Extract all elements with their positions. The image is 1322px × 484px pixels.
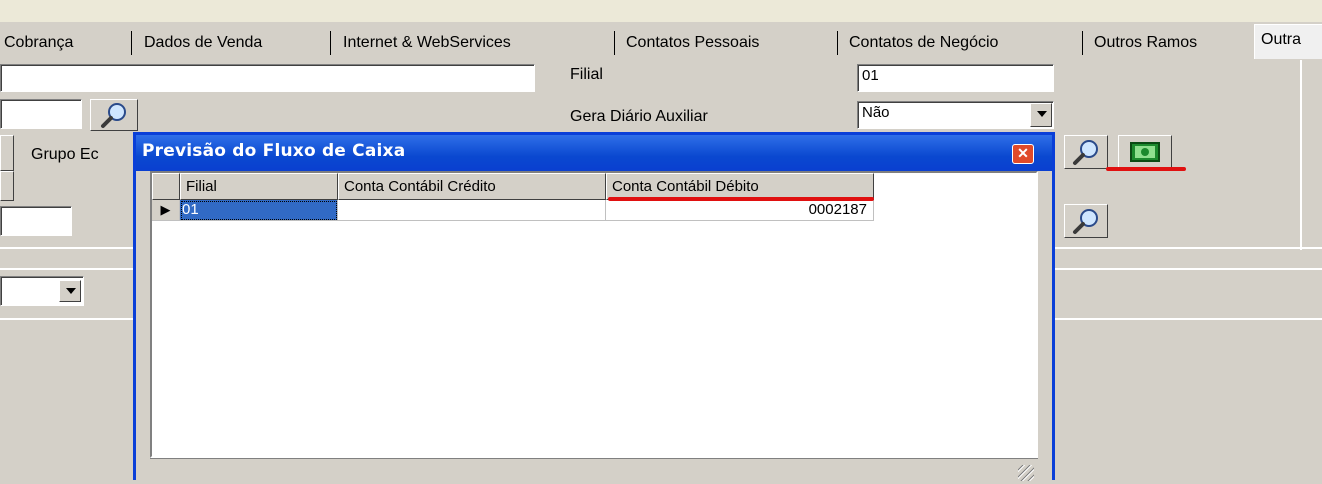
grid-corner — [152, 173, 180, 200]
dialog-status-bar — [150, 458, 1038, 484]
tab-internet-webservices[interactable]: Internet & WebServices — [337, 30, 517, 56]
cell-filial[interactable]: 01 — [180, 200, 338, 221]
column-header-filial[interactable]: Filial — [180, 173, 338, 200]
dialog-title-bar[interactable]: Previsão do Fluxo de Caixa ✕ — [136, 135, 1052, 171]
tab-dados-de-venda[interactable]: Dados de Venda — [138, 30, 268, 56]
cash-flow-button[interactable] — [1118, 135, 1172, 169]
name-field[interactable] — [0, 64, 535, 92]
chevron-down-icon[interactable] — [59, 280, 81, 302]
search-icon — [1073, 140, 1098, 165]
row-indicator-icon: ▶ — [152, 200, 180, 221]
filial-field[interactable]: 01 — [857, 64, 1054, 92]
column-header-conta-credito[interactable]: Conta Contábil Crédito — [338, 173, 606, 200]
tab-separator — [837, 31, 838, 55]
gera-diario-select[interactable]: Não — [857, 101, 1054, 129]
dialog-title: Previsão do Fluxo de Caixa — [142, 141, 406, 161]
search-button[interactable] — [1064, 135, 1108, 169]
search-button[interactable] — [90, 99, 138, 131]
close-icon[interactable]: ✕ — [1012, 144, 1034, 164]
cell-conta-credito[interactable] — [338, 200, 606, 221]
gera-diario-label: Gera Diário Auxiliar — [570, 108, 708, 125]
tab-contatos-pessoais[interactable]: Contatos Pessoais — [620, 30, 765, 56]
data-grid[interactable]: Filial Conta Contábil Crédito Conta Cont… — [150, 171, 1038, 458]
search-button[interactable] — [1064, 204, 1108, 238]
panel-edge — [1300, 60, 1302, 250]
red-underline-annotation — [608, 197, 874, 201]
code-field[interactable] — [0, 99, 82, 129]
grupo-label: Grupo Ec — [31, 146, 99, 163]
money-icon — [1130, 142, 1160, 162]
column-header-conta-debito[interactable]: Conta Contábil Débito — [606, 173, 874, 200]
resize-grip-icon[interactable] — [1018, 465, 1034, 481]
tab-separator — [1082, 31, 1083, 55]
filial-value: 01 — [862, 67, 879, 84]
search-icon — [101, 103, 126, 128]
cash-flow-dialog: Previsão do Fluxo de Caixa ✕ Filial Cont… — [133, 132, 1055, 481]
tab-strip: Cobrança Dados de Venda Internet & WebSe… — [0, 22, 1322, 60]
panel-edge — [0, 135, 14, 171]
tab-separator — [330, 31, 331, 55]
cell-conta-debito[interactable]: 0002187 — [606, 200, 874, 221]
tab-outros-ramos[interactable]: Outros Ramos — [1088, 30, 1203, 56]
bottom-select[interactable] — [0, 276, 84, 306]
filial-label: Filial — [570, 66, 603, 83]
panel-edge — [0, 171, 14, 201]
gera-diario-value: Não — [862, 104, 890, 121]
red-underline-annotation — [1106, 167, 1186, 171]
tab-contatos-de-negocio[interactable]: Contatos de Negócio — [843, 30, 1004, 56]
tab-cobranca[interactable]: Cobrança — [0, 30, 79, 56]
window-top-strip — [0, 0, 1322, 22]
chevron-down-icon[interactable] — [1030, 103, 1052, 127]
tab-separator — [614, 31, 615, 55]
tab-outra[interactable]: Outra — [1254, 24, 1322, 59]
extra-field[interactable] — [0, 206, 72, 236]
tab-separator — [131, 31, 132, 55]
search-icon — [1073, 209, 1098, 234]
